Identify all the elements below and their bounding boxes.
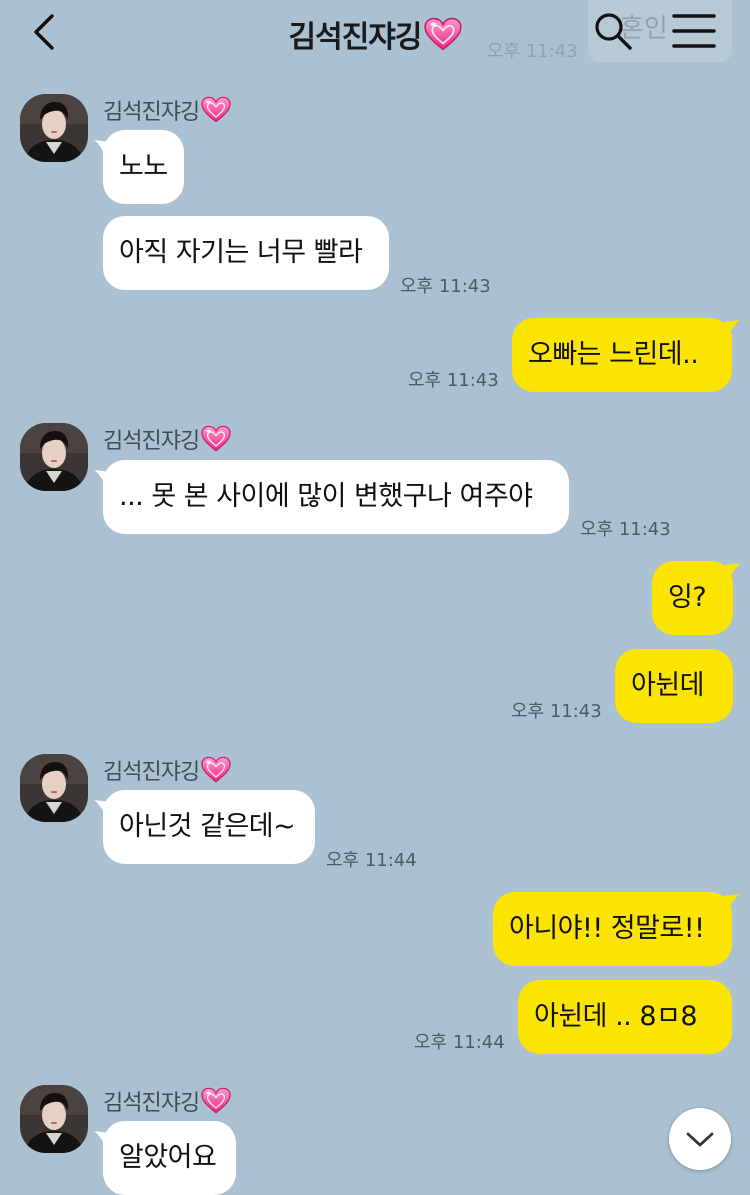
menu-button[interactable] <box>672 12 716 50</box>
chat-title: 김석진쟈깅 <box>0 12 750 56</box>
message-time: 오후 11:43 <box>580 519 671 540</box>
message-time: 오후 11:44 <box>326 850 417 871</box>
message-bubble-outgoing[interactable]: 잉? <box>652 561 733 635</box>
message-time: 오후 11:43 <box>511 701 602 722</box>
message-time: 오후 11:43 <box>408 370 499 391</box>
heart-icon <box>201 96 231 123</box>
message-time: 오후 11:43 <box>400 276 491 297</box>
message-bubble-outgoing[interactable]: 아니야!! 정말로!! <box>493 892 732 966</box>
avatar[interactable] <box>20 94 88 162</box>
sender-name-text: 김석진쟈깅 <box>103 1091 200 1116</box>
message-time: 오후 11:44 <box>414 1032 505 1053</box>
message-bubble-incoming[interactable]: ... 못 본 사이에 많이 변했구나 여주야 <box>103 460 569 534</box>
heart-icon <box>424 17 462 51</box>
avatar[interactable] <box>20 1085 88 1153</box>
heart-icon <box>201 756 231 783</box>
sender-name: 김석진쟈깅 <box>103 1085 231 1117</box>
bubble-tail <box>724 320 740 342</box>
sender-name-text: 김석진쟈깅 <box>103 100 200 125</box>
message-bubble-incoming[interactable]: 알았어요 <box>103 1121 236 1195</box>
sender-name: 김석진쟈깅 <box>103 423 231 455</box>
sender-name: 김석진쟈깅 <box>103 94 231 126</box>
message-bubble-incoming[interactable]: 노노 <box>103 130 184 204</box>
avatar[interactable] <box>20 754 88 822</box>
heart-icon <box>201 425 231 452</box>
sender-name: 김석진쟈깅 <box>103 754 231 786</box>
chat-title-text: 김석진쟈깅 <box>288 20 423 55</box>
sender-name-text: 김석진쟈깅 <box>103 760 200 785</box>
avatar[interactable] <box>20 423 88 491</box>
heart-icon <box>201 1087 231 1114</box>
search-button[interactable] <box>592 10 634 52</box>
message-bubble-incoming[interactable]: 아직 자기는 너무 빨라 <box>103 216 389 290</box>
search-icon <box>595 13 632 50</box>
menu-icon <box>672 14 716 48</box>
message-bubble-incoming[interactable]: 아닌것 같은데~ <box>103 790 315 864</box>
message-bubble-outgoing[interactable]: 아뉜데 <box>615 649 733 723</box>
message-bubble-outgoing[interactable]: 아뉜데 .. 8ㅁ8 <box>518 980 732 1054</box>
bubble-tail <box>724 894 740 916</box>
message-bubble-outgoing[interactable]: 오빠는 느린데.. <box>512 318 732 392</box>
scroll-to-bottom-button[interactable] <box>669 1108 731 1170</box>
sender-name-text: 김석진쟈깅 <box>103 429 200 454</box>
chat-header: 혼인 오후 11:43 김석진쟈깅 <box>0 0 750 64</box>
bubble-tail <box>725 563 741 585</box>
chevron-down-icon <box>686 1132 714 1147</box>
